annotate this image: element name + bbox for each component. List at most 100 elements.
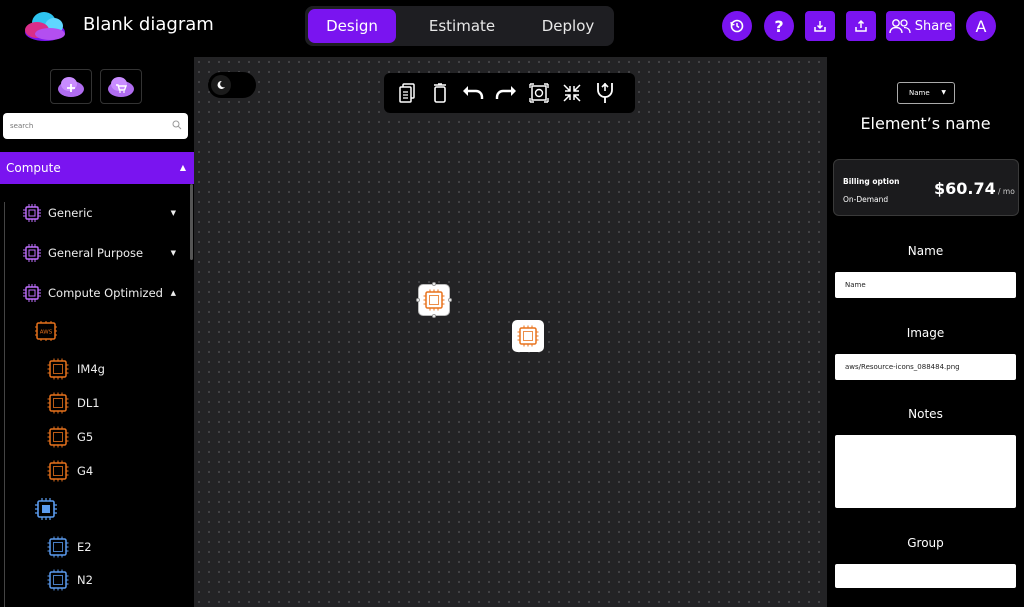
fit-icon [529,83,549,103]
subcategory-label: General Purpose [48,246,144,260]
notes-field[interactable] [835,435,1016,508]
download-button[interactable] [805,11,835,41]
resource-label: IM4g [77,362,105,376]
instance-chip-icon [517,325,539,347]
provider-aws[interactable]: AWS [34,320,58,346]
caret-down-icon: ▼ [941,89,946,96]
resource-g5[interactable]: G5 [47,426,93,448]
resource-e2[interactable]: E2 [47,536,92,558]
name-field-label: Name [907,244,944,258]
copy-button[interactable] [395,81,419,105]
cloud-logo-icon [25,12,65,41]
diagram-node-selected[interactable] [416,282,452,318]
subcategory-label: Compute Optimized [48,286,163,300]
collapse-icon [563,84,581,102]
image-field-label: Image [906,326,945,340]
name-select[interactable]: Name ▼ [897,82,955,104]
connection-handle[interactable] [432,282,436,286]
properties-panel: Name ▼ Element’s name Billing option On-… [827,57,1024,607]
resource-label: N2 [77,573,93,587]
connection-handle[interactable] [432,314,436,318]
cpu-chip-icon [23,284,41,302]
upload-icon [855,19,867,32]
delete-button[interactable] [428,81,452,105]
download-icon [814,21,826,32]
connector-icon [597,82,613,103]
connection-handle[interactable] [416,298,420,302]
image-field[interactable]: aws/Resource-icons_088484.png [835,354,1016,380]
users-icon [889,19,911,34]
resource-dl1[interactable]: DL1 [47,392,100,414]
cpu-chip-icon [23,244,41,262]
fit-view-button[interactable] [527,81,551,105]
sidebar-scrollbar[interactable] [190,184,193,260]
cloud-add-icon [58,76,84,97]
subcategory-label: Generic [48,206,93,220]
cloud-cart-button[interactable] [100,69,142,104]
collapse-button[interactable] [560,81,584,105]
share-button[interactable]: Share [886,11,955,41]
resource-n2[interactable]: N2 [47,569,93,591]
billing-card[interactable]: Billing option On-Demand $60.74 / mo [833,159,1019,216]
mode-tabs: Design Estimate Deploy [305,6,614,46]
group-field-label: Group [907,536,944,550]
cloud-cart-icon [108,76,134,97]
history-button[interactable] [722,11,752,41]
billing-label: Billing option [843,177,900,186]
compute-engine-icon [35,498,57,520]
element-name-title: Element’s name [860,114,991,133]
theme-toggle[interactable] [208,72,256,98]
top-bar: Blank diagram Design Estimate Deploy ? S… [0,0,1024,57]
canvas-toolbar [384,73,635,113]
redo-icon [495,86,516,99]
aws-chip-icon: AWS [35,321,57,341]
moon-icon [217,80,225,89]
instance-chip-icon [47,358,69,380]
resource-label: G4 [77,464,94,478]
tab-deploy[interactable]: Deploy [528,9,608,43]
search-icon [172,120,182,130]
subcategory-general-purpose[interactable]: General Purpose ▼ [22,242,182,264]
add-cloud-button[interactable] [50,69,92,104]
undo-icon [463,86,484,99]
upload-button[interactable] [846,11,876,41]
notes-field-label: Notes [908,407,943,421]
instance-chip-icon [47,426,69,448]
help-icon: ? [774,16,784,36]
subcategory-compute-optimized[interactable]: Compute Optimized ▲ [22,282,182,304]
name-select-value: Name [909,89,930,97]
provider-compute-engine[interactable] [34,497,58,525]
share-label: Share [914,18,953,34]
caret-up-icon: ▲ [179,163,186,172]
diagram-node[interactable] [512,320,544,352]
resource-im4g[interactable]: IM4g [47,358,105,380]
instance-chip-icon [47,392,69,414]
connector-button[interactable] [593,81,617,105]
avatar[interactable]: A [966,11,996,41]
diagram-canvas[interactable] [194,57,827,607]
subcategory-generic[interactable]: Generic ▼ [22,202,182,224]
help-button[interactable]: ? [764,11,794,41]
group-field[interactable] [835,564,1016,588]
category-compute[interactable]: Compute ▲ [0,152,194,184]
cpu-chip-icon [23,204,41,222]
name-field[interactable]: Name [835,272,1016,298]
diagram-title[interactable]: Blank diagram [83,14,214,35]
billing-price: $60.74 [934,179,996,198]
tab-estimate[interactable]: Estimate [410,9,514,43]
instance-chip-icon [47,536,69,558]
billing-period: / mo [998,187,1015,196]
undo-button[interactable] [461,81,485,105]
redo-button[interactable] [494,81,518,105]
tab-design[interactable]: Design [308,9,396,43]
caret-down-icon: ▼ [170,249,176,257]
resource-label: DL1 [77,396,100,410]
history-icon [730,19,744,33]
connection-handle[interactable] [448,298,452,302]
tree-line [4,202,5,607]
caret-up-icon: ▲ [170,289,176,297]
resource-g4[interactable]: G4 [47,460,93,482]
copy-icon [399,83,415,103]
instance-chip-icon [47,460,69,482]
search-input[interactable] [3,113,163,139]
